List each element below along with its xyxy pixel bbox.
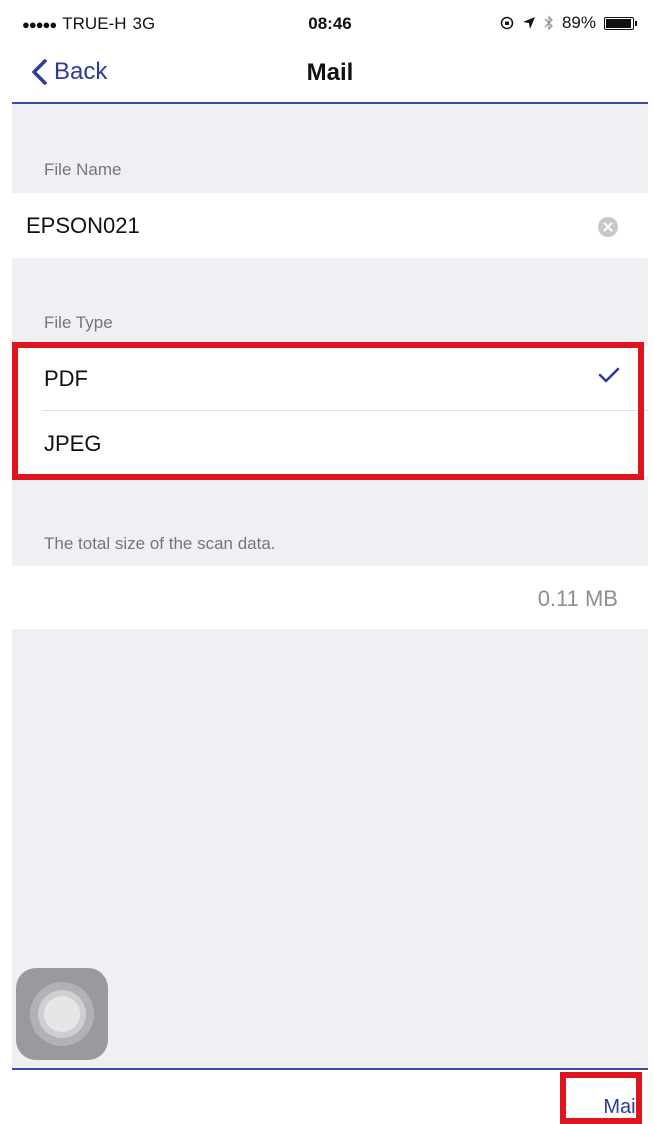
scan-size-label: The total size of the scan data.: [44, 534, 276, 553]
file-type-label: File Type: [44, 313, 113, 332]
mail-button[interactable]: Mail: [603, 1096, 640, 1119]
rotation-lock-icon: [500, 16, 514, 30]
file-type-option-jpeg[interactable]: JPEG: [12, 411, 648, 476]
screen: ●●●●● TRUE-H 3G 08:46 89% Back Mail File…: [12, 0, 648, 1124]
file-type-option-pdf[interactable]: PDF: [12, 346, 648, 410]
assistive-touch-button[interactable]: [16, 968, 108, 1060]
status-bar: ●●●●● TRUE-H 3G 08:46 89%: [12, 0, 648, 46]
battery-icon: [604, 16, 637, 30]
option-label: PDF: [44, 366, 88, 391]
file-name-label: File Name: [44, 160, 122, 179]
page-title: Mail: [306, 59, 354, 86]
file-name-field[interactable]: EPSON021: [26, 213, 140, 239]
status-right: 89%: [500, 13, 637, 33]
scan-size-value: 0.11 MB: [537, 586, 618, 611]
option-label: JPEG: [44, 431, 102, 456]
bluetooth-icon: [544, 15, 553, 31]
battery-percent: 89%: [561, 13, 596, 32]
file-type-list: PDF JPEG: [12, 346, 648, 476]
assistive-ring: [44, 996, 80, 1032]
clear-icon[interactable]: [598, 217, 618, 237]
file-name-row[interactable]: EPSON021: [12, 193, 648, 258]
battery-fill: [606, 18, 631, 28]
location-icon: [522, 17, 535, 29]
navigation-bar: Back Mail: [12, 46, 648, 104]
checkmark-icon: [598, 367, 620, 383]
scan-size-row: 0.11 MB: [12, 566, 648, 629]
bottom-toolbar: Mail: [12, 1068, 648, 1124]
